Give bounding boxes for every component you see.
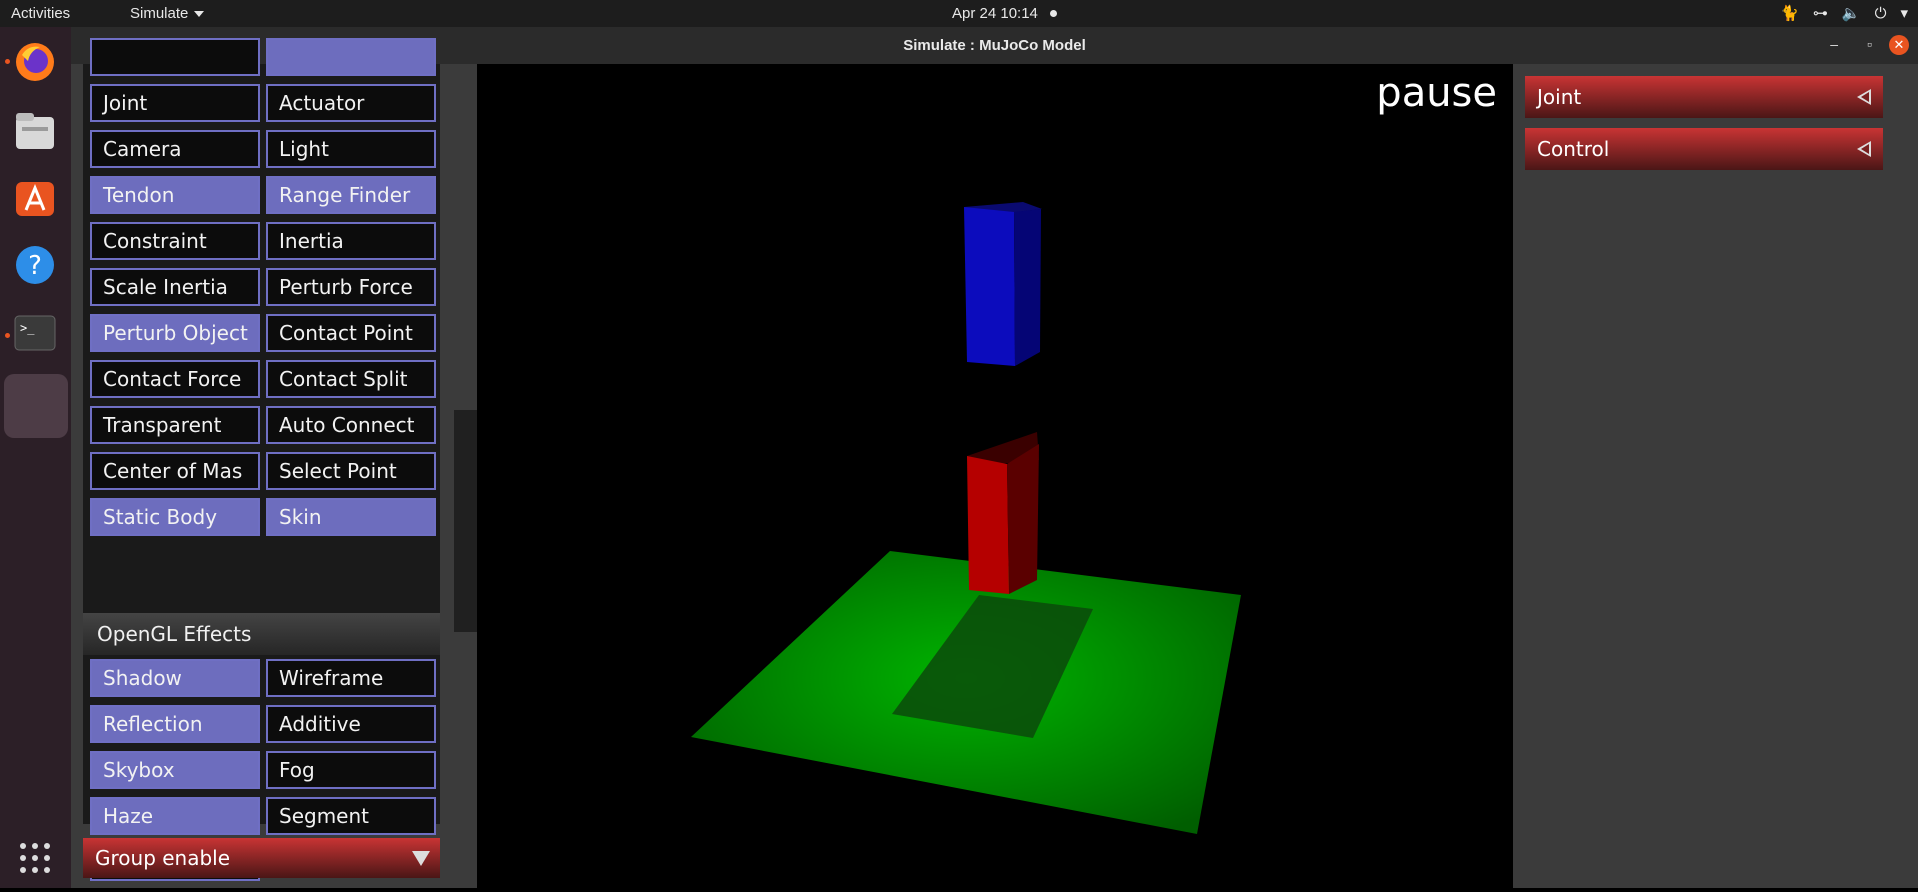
expand-arrow-icon <box>1857 89 1871 105</box>
toggle-contact-split[interactable]: Contact Split <box>266 360 436 398</box>
toggle-shadow[interactable]: Shadow <box>90 659 260 697</box>
blue-box-front <box>964 207 1015 366</box>
cat-icon[interactable]: 🐈 <box>1780 4 1799 22</box>
toggle-tendon[interactable]: Tendon <box>90 176 260 214</box>
rendering-toggle-partial[interactable] <box>90 38 260 76</box>
active-app-icon[interactable] <box>4 374 68 438</box>
help-icon[interactable]: ? <box>12 242 58 288</box>
files-icon[interactable] <box>12 108 58 154</box>
toggle-skybox[interactable]: Skybox <box>90 751 260 789</box>
toggle-haze[interactable]: Haze <box>90 797 260 835</box>
close-icon[interactable]: ✕ <box>1889 35 1909 55</box>
clock[interactable]: Apr 24 10:14 <box>952 5 1038 22</box>
toggle-perturb-object[interactable]: Perturb Object <box>90 314 260 352</box>
caret-down-icon <box>194 11 205 18</box>
app-menu-label: Simulate <box>130 5 189 22</box>
control-section-header[interactable]: Control <box>1525 128 1883 170</box>
toggle-fog[interactable]: Fog <box>266 751 436 789</box>
left-ui-panel: Joint Actuator Camera Light Tendon Range Find… <box>71 38 477 888</box>
minimize-icon[interactable]: – <box>1830 36 1838 52</box>
group-enable-label: Group enable <box>95 846 231 870</box>
joint-section-header[interactable]: Joint <box>1525 76 1883 118</box>
app-menu[interactable]: Simulate <box>130 5 205 22</box>
3d-viewport[interactable]: pause <box>477 64 1513 888</box>
toggle-segment[interactable]: Segment <box>266 797 436 835</box>
svg-text:?: ? <box>28 251 42 281</box>
dock: ? >_ <box>0 27 71 888</box>
scene-render <box>691 202 1241 834</box>
group-enable-header[interactable]: Group enable <box>83 838 440 878</box>
toggle-range-finder[interactable]: Range Finder <box>266 176 436 214</box>
opengl-effects-header[interactable]: OpenGL Effects <box>83 613 440 655</box>
simulation-status: pause <box>1376 70 1497 116</box>
maximize-icon[interactable]: ▫ <box>1867 36 1872 52</box>
expand-arrow-icon <box>1857 141 1871 157</box>
red-box-front <box>967 456 1009 594</box>
system-top-bar: Activities Simulate Apr 24 10:14 🐈 ⊶ 🔈 ⏻… <box>0 0 1918 27</box>
blue-box-side <box>1014 209 1041 366</box>
toggle-select-point[interactable]: Select Point <box>266 452 436 490</box>
red-box-side <box>1007 444 1039 594</box>
running-indicator <box>5 333 10 338</box>
toggle-center-of-mas[interactable]: Center of Mas <box>90 452 260 490</box>
joint-section-label: Joint <box>1537 85 1582 109</box>
toggle-static-body[interactable]: Static Body <box>90 498 260 536</box>
running-indicator <box>5 59 10 64</box>
toggle-inertia[interactable]: Inertia <box>266 222 436 260</box>
toggle-skin[interactable]: Skin <box>266 498 436 536</box>
system-tray[interactable]: 🐈 ⊶ 🔈 ⏻ ▾ <box>1780 4 1908 23</box>
toggle-auto-connect[interactable]: Auto Connect <box>266 406 436 444</box>
toggle-transparent[interactable]: Transparent <box>90 406 260 444</box>
show-apps-icon[interactable] <box>12 835 58 881</box>
activities-button[interactable]: Activities <box>11 5 70 22</box>
toggle-camera[interactable]: Camera <box>90 130 260 168</box>
toggle-wireframe[interactable]: Wireframe <box>266 659 436 697</box>
toggle-reflection[interactable]: Reflection <box>90 705 260 743</box>
toggle-contact-force[interactable]: Contact Force <box>90 360 260 398</box>
network-icon[interactable]: ⊶ <box>1813 4 1828 22</box>
collapse-arrow-icon <box>412 851 430 866</box>
firefox-icon[interactable] <box>12 39 58 85</box>
software-icon[interactable] <box>12 174 58 220</box>
toggle-scale-inertia[interactable]: Scale Inertia <box>90 268 260 306</box>
toggle-light[interactable]: Light <box>266 130 436 168</box>
toggle-additive[interactable]: Additive <box>266 705 436 743</box>
rendering-toggle-partial[interactable] <box>266 38 436 76</box>
power-icon[interactable]: ⏻ <box>1875 5 1887 22</box>
volume-icon[interactable]: 🔈 <box>1842 4 1861 22</box>
chevron-down-icon[interactable]: ▾ <box>1900 4 1908 22</box>
notification-dot-icon <box>1050 10 1057 17</box>
toggle-actuator[interactable]: Actuator <box>266 84 436 122</box>
toggle-perturb-force[interactable]: Perturb Force <box>266 268 436 306</box>
control-section-label: Control <box>1537 137 1610 161</box>
toggle-constraint[interactable]: Constraint <box>90 222 260 260</box>
toggle-contact-point[interactable]: Contact Point <box>266 314 436 352</box>
right-ui-panel: Joint Control <box>1513 64 1918 888</box>
svg-text:>_: >_ <box>20 321 35 335</box>
terminal-icon[interactable]: >_ <box>12 310 58 356</box>
toggle-joint[interactable]: Joint <box>90 84 260 122</box>
scrollbar-handle[interactable] <box>454 410 477 632</box>
